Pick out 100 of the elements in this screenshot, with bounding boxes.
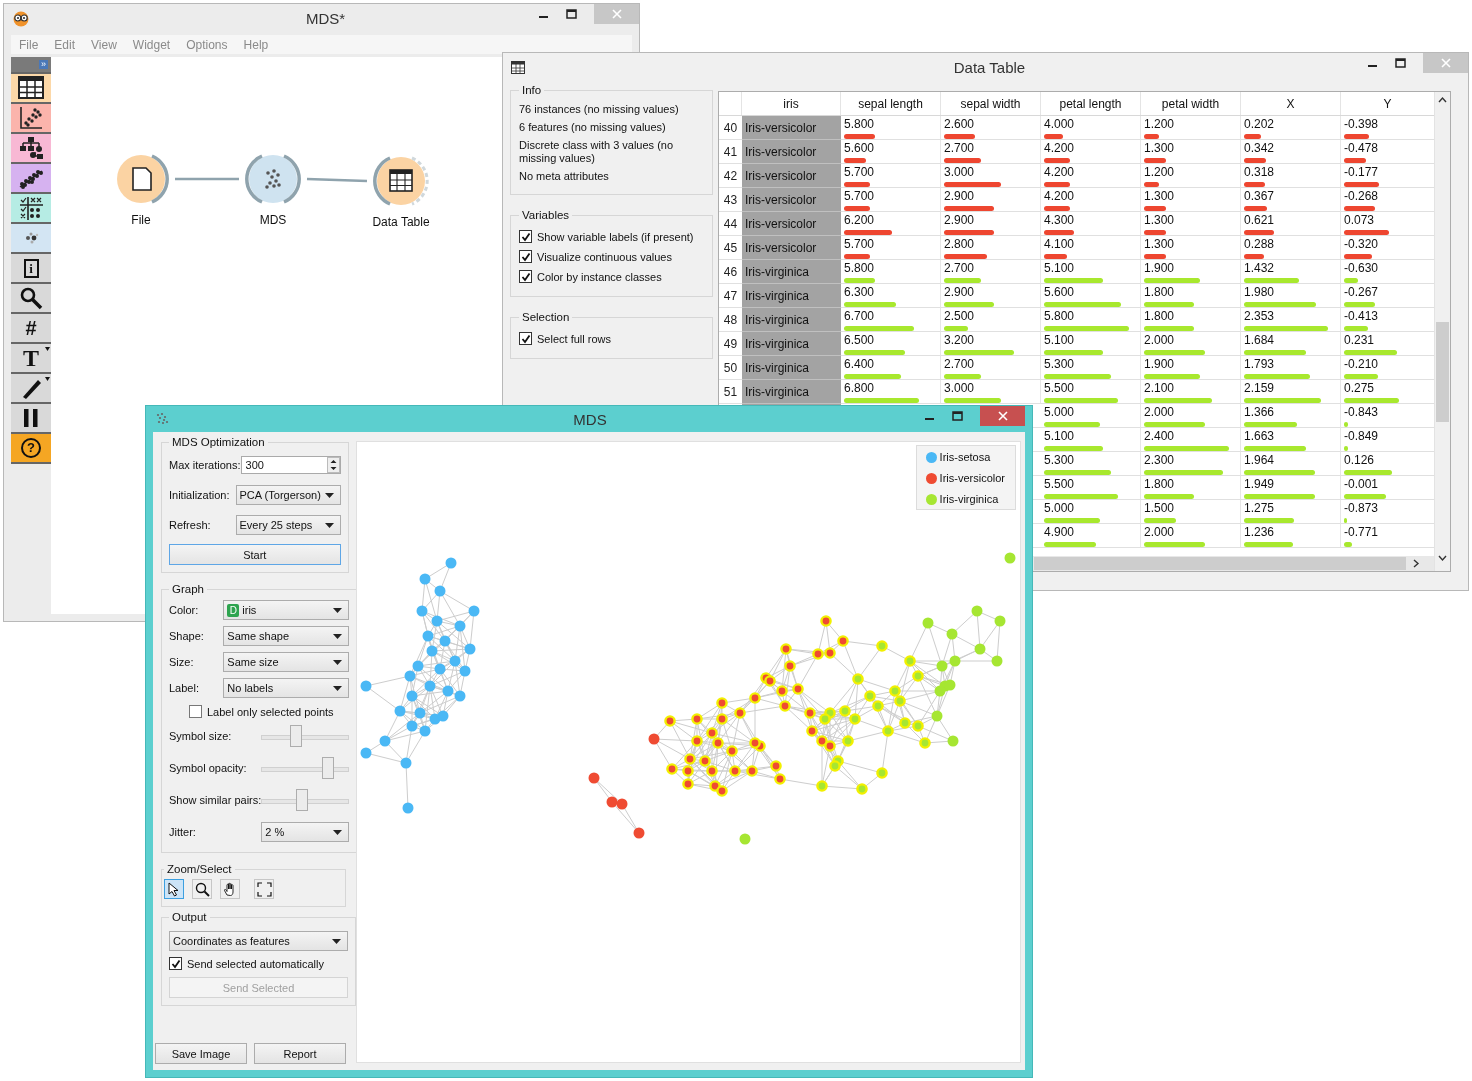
- dropdown[interactable]: Coordinates as features: [169, 931, 348, 951]
- checkbox[interactable]: [519, 270, 532, 283]
- toolbox-tab[interactable]: ?: [11, 434, 51, 464]
- dropdown[interactable]: PCA (Torgerson): [235, 485, 341, 505]
- toolbox-tab[interactable]: [11, 284, 51, 314]
- toolbox-tab[interactable]: #: [11, 314, 51, 344]
- table-cell-text: -0.843: [1344, 406, 1380, 419]
- slider[interactable]: [261, 789, 350, 811]
- legend-label: Iris-virginica: [939, 493, 999, 505]
- caret-icon: [324, 492, 334, 498]
- scroll-thumb[interactable]: [1436, 322, 1449, 422]
- table-cell-text: 2.800: [944, 238, 976, 251]
- node-label: Data Table: [372, 215, 430, 229]
- dropdown[interactable]: 2 %: [261, 822, 350, 842]
- spin-box[interactable]: 300: [240, 456, 341, 474]
- column-header[interactable]: petal width: [1141, 92, 1241, 115]
- table-cell-text: 1.663: [1244, 430, 1276, 443]
- dropdown[interactable]: No labels: [223, 678, 350, 698]
- scroll-down-icon[interactable]: [1438, 554, 1447, 562]
- action-button[interactable]: Save Image: [155, 1043, 247, 1064]
- table-cell-text: 2.500: [944, 310, 976, 323]
- class-cell: Iris-virginica: [742, 356, 841, 380]
- table-cell-text: 5.800: [844, 262, 876, 275]
- table-cell-text: 6.700: [844, 310, 876, 323]
- toolbox-tab[interactable]: [11, 104, 51, 134]
- checkbox-label: Show variable labels (if present): [537, 230, 694, 243]
- table-cell-text: 1.200: [1144, 166, 1176, 179]
- column-header[interactable]: iris: [742, 92, 841, 115]
- slider-thumb[interactable]: [322, 757, 335, 779]
- table-cell-text: 1.800: [1144, 310, 1176, 323]
- tool-button[interactable]: [192, 879, 212, 899]
- group-title: Info: [521, 84, 543, 96]
- tool-button[interactable]: [220, 879, 240, 899]
- table-cell-text: 0.288: [1244, 238, 1276, 251]
- toolbox-toggle[interactable]: »: [39, 60, 48, 69]
- table-cell-text: 1.900: [1144, 262, 1176, 275]
- legend-label: Iris-setosa: [939, 451, 991, 463]
- column-header[interactable]: petal length: [1041, 92, 1141, 115]
- checkbox[interactable]: [519, 332, 532, 345]
- maximize-icon[interactable]: [566, 9, 578, 19]
- column-header[interactable]: sepal width: [941, 92, 1041, 115]
- slider-thumb[interactable]: [296, 789, 309, 811]
- close-button[interactable]: [980, 406, 1025, 426]
- table-cell-text: 0.275: [1344, 382, 1376, 395]
- spin-arrows-icon[interactable]: [326, 457, 340, 473]
- table-cell-text: 2.300: [1144, 454, 1176, 467]
- column-header[interactable]: sepal length: [841, 92, 941, 115]
- row-number: 47: [723, 288, 738, 303]
- toolbox-tab[interactable]: [11, 74, 51, 104]
- toolbox-tab[interactable]: [11, 194, 51, 224]
- maximize-icon[interactable]: [952, 411, 964, 421]
- checkbox[interactable]: [519, 250, 532, 263]
- table-cell-text: -0.849: [1344, 430, 1380, 443]
- slider-label: Show similar pairs:: [169, 794, 262, 806]
- toolbox-tab[interactable]: T: [11, 344, 51, 374]
- row-number: 40: [723, 120, 738, 135]
- table-cell-text: 1.300: [1144, 190, 1176, 203]
- dropdown[interactable]: D iris: [223, 600, 350, 620]
- slider[interactable]: [261, 757, 350, 779]
- field-label: Shape:: [169, 630, 205, 642]
- maximize-icon[interactable]: [1395, 58, 1407, 68]
- dropdown[interactable]: Same shape: [223, 626, 350, 646]
- slider[interactable]: [261, 725, 350, 747]
- tool-button[interactable]: [164, 879, 184, 899]
- row-number: 48: [723, 312, 738, 327]
- column-header[interactable]: X: [1241, 92, 1341, 115]
- scroll-right-icon[interactable]: [1412, 559, 1420, 568]
- row-number: 45: [723, 240, 738, 255]
- toolbox-tab[interactable]: [11, 404, 51, 434]
- action-button[interactable]: Report: [254, 1043, 346, 1064]
- table-icon: [511, 61, 525, 74]
- toolbox-tab[interactable]: [11, 374, 51, 404]
- table-cell-text: 1.300: [1144, 142, 1176, 155]
- start-button[interactable]: Start: [169, 544, 341, 565]
- scroll-thumb[interactable]: [1034, 557, 1406, 570]
- toolbox-tab[interactable]: i: [11, 254, 51, 284]
- class-cell: Iris-versicolor: [742, 140, 841, 164]
- table-cell-text: -0.771: [1344, 526, 1380, 539]
- dropdown[interactable]: Same size: [223, 652, 350, 672]
- info-text: No meta attributes: [519, 170, 610, 183]
- checkbox[interactable]: [519, 230, 532, 243]
- table-cell-text: -0.630: [1344, 262, 1380, 275]
- class-cell: Iris-virginica: [742, 308, 841, 332]
- toolbox-tab[interactable]: [11, 164, 51, 194]
- table-cell-text: 0.367: [1244, 190, 1276, 203]
- table-cell-text: 5.300: [1044, 358, 1076, 371]
- scroll-up-icon[interactable]: [1438, 96, 1447, 104]
- table-cell-text: 5.800: [844, 118, 876, 131]
- slider-thumb[interactable]: [290, 725, 303, 747]
- table-cell-text: 1.793: [1244, 358, 1276, 371]
- table-cell-text: 4.200: [1044, 190, 1076, 203]
- table-cell-text: 5.000: [1044, 502, 1076, 515]
- table-cell-text: 0.342: [1244, 142, 1276, 155]
- checkbox[interactable]: [169, 957, 182, 970]
- checkbox[interactable]: [189, 705, 202, 718]
- table-cell-text: -0.478: [1344, 142, 1380, 155]
- dropdown[interactable]: Every 25 steps: [235, 515, 341, 535]
- class-cell: Iris-versicolor: [742, 212, 841, 236]
- table-cell-text: 1.200: [1144, 118, 1176, 131]
- toolbox-tab[interactable]: [11, 134, 51, 164]
